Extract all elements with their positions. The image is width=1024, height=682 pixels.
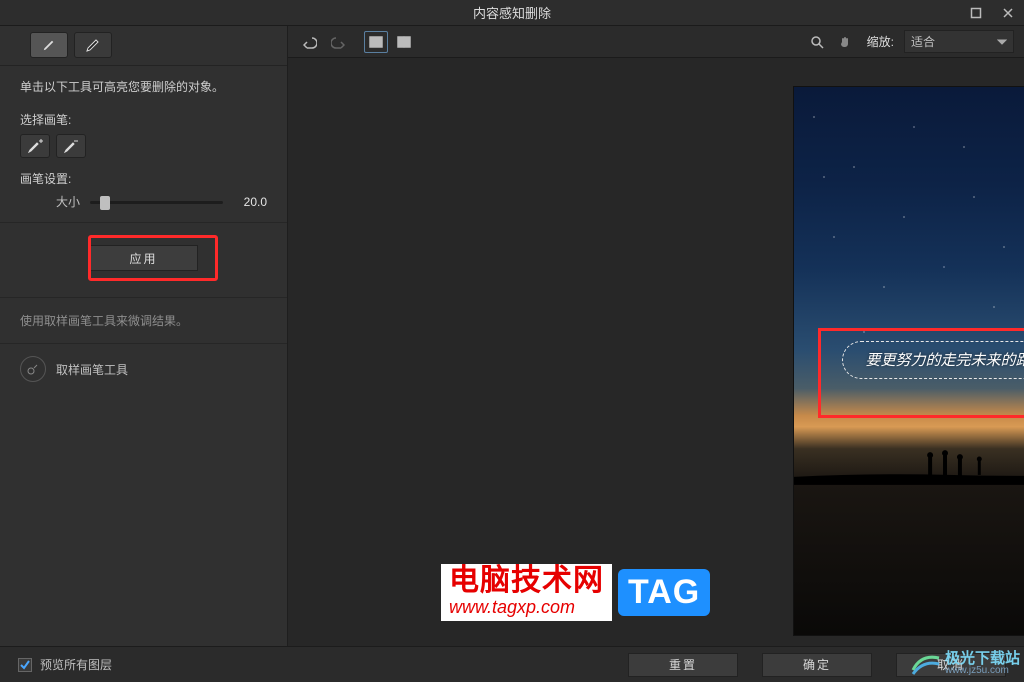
canvas-toolbar: 缩放: 适合: [288, 26, 1024, 58]
view-single-button[interactable]: [364, 31, 388, 53]
brush-alt-icon: [84, 36, 102, 54]
sample-brush-icon: [20, 356, 46, 382]
size-value: 20.0: [233, 195, 267, 209]
zoom-tool-button[interactable]: [805, 31, 829, 53]
watermark2-name: 极光下载站: [945, 651, 1020, 666]
window-controls: [960, 0, 1024, 26]
sample-tool-label: 取样画笔工具: [56, 361, 128, 378]
size-label: 大小: [56, 193, 80, 210]
size-slider[interactable]: [90, 194, 223, 210]
window-title: 内容感知删除: [473, 3, 551, 22]
watermark-url: www.tagxp.com: [449, 596, 604, 619]
hint-text: 使用取样画笔工具来微调结果。: [0, 298, 287, 344]
main: 单击以下工具可高亮您要删除的对象。 选择画笔: 画笔设置: 大小 20.0 应用…: [0, 26, 1024, 646]
zoom-select[interactable]: 适合: [904, 30, 1014, 53]
watermark-cn: 电脑技术网: [449, 566, 604, 596]
brush-minus-icon: [63, 138, 79, 154]
redo-button[interactable]: [326, 31, 350, 53]
apply-section: 应用: [0, 223, 287, 298]
canvas-area: 缩放: 适合 要更努力的走完未来的路: [288, 26, 1024, 646]
check-icon: [20, 660, 30, 670]
aurora-icon: [911, 648, 941, 678]
brush-size-row: 大小 20.0: [20, 193, 267, 210]
split-view-icon: [397, 35, 411, 49]
annotation-highlight: [88, 235, 218, 281]
zoom-value: 适合: [911, 33, 935, 50]
watermark-tag: TAG: [618, 569, 710, 616]
tool-settings-section: 单击以下工具可高亮您要删除的对象。 选择画笔: 画笔设置: 大小 20.0: [0, 66, 287, 223]
annotation-highlight-canvas: [818, 328, 1024, 418]
image-silhouettes: [794, 445, 1024, 485]
ok-button[interactable]: 确定: [762, 653, 872, 677]
hand-tool-button[interactable]: [833, 31, 857, 53]
close-button[interactable]: [992, 0, 1024, 26]
brush-settings-label: 画笔设置:: [20, 170, 267, 187]
brush-add[interactable]: [20, 134, 50, 158]
single-view-icon: [369, 35, 383, 49]
sidebar: 单击以下工具可高亮您要删除的对象。 选择画笔: 画笔设置: 大小 20.0 应用…: [0, 26, 288, 646]
zoom-label: 缩放:: [867, 33, 894, 50]
brush-label: 选择画笔:: [20, 111, 267, 128]
brush-subtract[interactable]: [56, 134, 86, 158]
tab-sample-brush[interactable]: [74, 32, 112, 58]
bottom-bar: 预览所有图层 重置 确定 取消: [0, 646, 1024, 682]
magnifier-icon: [810, 35, 824, 49]
reset-button[interactable]: 重置: [628, 653, 738, 677]
checkbox-box: [18, 658, 32, 672]
titlebar: 内容感知删除: [0, 0, 1024, 26]
watermark-jiguang: 极光下载站 www.jz5u.com: [911, 648, 1020, 678]
brush-icon: [40, 36, 58, 54]
preview-all-layers-checkbox[interactable]: 预览所有图层: [18, 656, 112, 673]
watermark-tagxp: 电脑技术网 www.tagxp.com TAG: [441, 564, 710, 621]
maximize-button[interactable]: [960, 0, 992, 26]
sample-brush-tool[interactable]: 取样画笔工具: [0, 344, 287, 394]
viewport[interactable]: 要更努力的走完未来的路: [288, 58, 1024, 646]
instruction-text: 单击以下工具可高亮您要删除的对象。: [20, 78, 267, 97]
watermark2-url: www.jz5u.com: [945, 666, 1020, 676]
brush-plus-icon: [27, 138, 43, 154]
undo-button[interactable]: [298, 31, 322, 53]
tab-highlight-brush[interactable]: [30, 32, 68, 58]
brush-choices: [20, 134, 267, 158]
view-split-button[interactable]: [392, 31, 416, 53]
chevron-down-icon: [997, 37, 1007, 47]
preview-label: 预览所有图层: [40, 656, 112, 673]
undo-icon: [303, 35, 317, 49]
redo-icon: [331, 35, 345, 49]
tool-tabs: [0, 26, 287, 66]
hand-icon: [838, 35, 852, 49]
